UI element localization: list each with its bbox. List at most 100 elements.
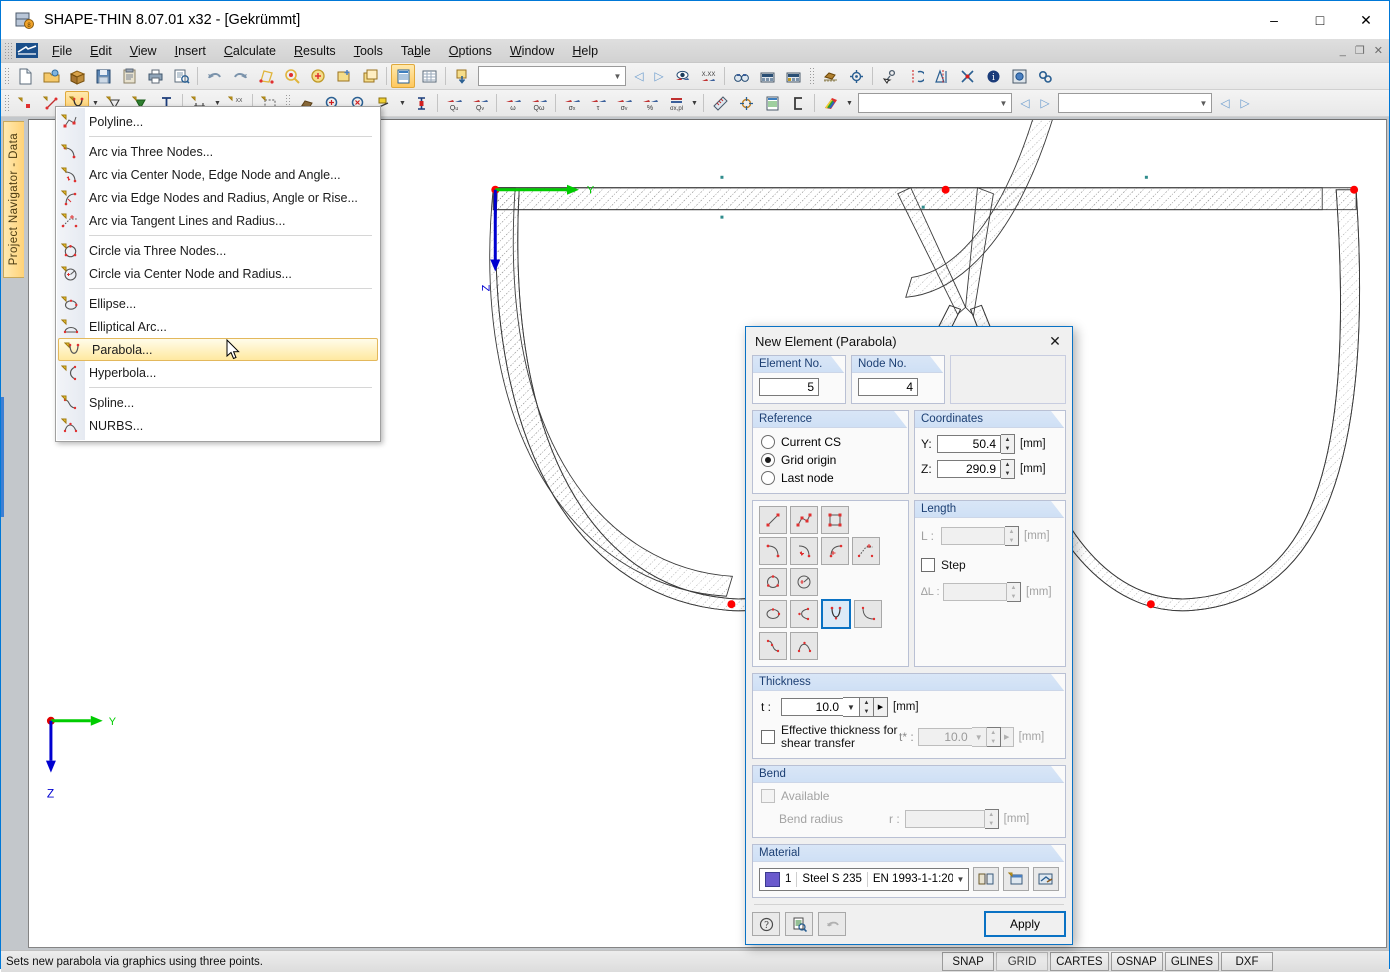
node-no-input[interactable] xyxy=(858,378,918,396)
material-library-icon[interactable] xyxy=(973,867,999,891)
snap-target-icon[interactable] xyxy=(844,64,868,88)
open-package-icon[interactable] xyxy=(65,64,89,88)
result-qu-icon[interactable]: Qu xyxy=(442,91,466,115)
table-panel-icon[interactable] xyxy=(391,64,415,88)
circle-center-shape-icon[interactable] xyxy=(790,568,818,596)
settings-render-icon[interactable] xyxy=(1007,64,1031,88)
menu-item-circle-center-radius[interactable]: Circle via Center Node and Radius... xyxy=(56,262,380,285)
grid-snap-icon[interactable] xyxy=(818,64,842,88)
mdi-restore-button[interactable]: ❐ xyxy=(1355,44,1365,57)
result-qv-icon[interactable]: Qv xyxy=(468,91,492,115)
mdi-minimize-button[interactable]: _ xyxy=(1340,45,1346,57)
toolbar-grip[interactable] xyxy=(809,67,814,86)
undo-icon[interactable] xyxy=(202,64,226,88)
new-file-icon[interactable] xyxy=(13,64,37,88)
spline-shape-icon[interactable] xyxy=(759,632,787,660)
undo-icon[interactable] xyxy=(818,912,846,936)
arc-3node-shape-icon[interactable] xyxy=(759,537,787,565)
result-sigma-y-icon[interactable]: σv xyxy=(612,91,636,115)
rectangle-shape-icon[interactable] xyxy=(821,506,849,534)
status-toggle-osnap[interactable]: OSNAP xyxy=(1111,952,1163,971)
menu-edit[interactable]: Edit xyxy=(81,41,121,61)
element-no-input[interactable] xyxy=(759,378,819,396)
stress-point-prev-button[interactable]: ◁ xyxy=(1215,93,1235,113)
status-toggle-snap[interactable]: SNAP xyxy=(942,952,994,971)
teff-spinner[interactable]: ▲▼ xyxy=(987,727,1001,747)
edit-material-icon[interactable] xyxy=(1033,867,1059,891)
mirror-circle-icon[interactable] xyxy=(903,64,927,88)
menu-item-parabola[interactable]: Parabola... xyxy=(58,338,378,361)
result-percent-icon[interactable]: % xyxy=(638,91,662,115)
thickness-t-input[interactable] xyxy=(781,698,843,716)
zoom-node-icon[interactable] xyxy=(280,64,304,88)
x-xx-icon[interactable]: X.XX xyxy=(696,64,720,88)
result-sigma-x-icon[interactable]: σx xyxy=(560,91,584,115)
menu-tools[interactable]: Tools xyxy=(345,41,392,61)
maximize-button[interactable]: □ xyxy=(1297,1,1343,39)
insert-element-menu[interactable]: Polyline... Arc via Three Nodes... Arc v… xyxy=(55,106,381,442)
stress-point-next-button[interactable]: ▷ xyxy=(1235,93,1255,113)
view-eye-icon[interactable] xyxy=(670,64,694,88)
step-checkbox[interactable] xyxy=(921,558,935,572)
arc-tangent-shape-icon[interactable] xyxy=(852,537,880,565)
bend-available-checkbox[interactable] xyxy=(761,789,775,803)
apply-button[interactable]: Apply xyxy=(984,911,1066,937)
menu-item-polyline[interactable]: Polyline... xyxy=(56,110,380,133)
stress-point-combo[interactable]: ▼ xyxy=(1058,93,1212,113)
teff-dropdown-arrow[interactable]: ▼ xyxy=(972,727,987,747)
mirror-axis-icon[interactable] xyxy=(929,64,953,88)
result-tau-icon[interactable]: τ xyxy=(586,91,610,115)
gears-icon[interactable] xyxy=(1033,64,1057,88)
menu-item-elliptical-arc[interactable]: Elliptical Arc... xyxy=(56,315,380,338)
calc-results-icon[interactable] xyxy=(781,64,805,88)
status-toggle-dxf[interactable]: DXF xyxy=(1221,952,1273,971)
status-toggle-cartes[interactable]: CARTES xyxy=(1050,952,1108,971)
binocular-icon[interactable] xyxy=(729,64,753,88)
cascade-icon[interactable] xyxy=(358,64,382,88)
toolbar-grip[interactable] xyxy=(4,94,9,113)
coordinate-y-spinner[interactable]: ▲▼ xyxy=(1001,434,1015,454)
color-scale-dropdown-arrow[interactable]: ▼ xyxy=(844,92,855,114)
chevron-down-icon[interactable]: ▼ xyxy=(610,68,625,84)
radio-current-cs[interactable]: Current CS xyxy=(761,435,900,449)
menu-options[interactable]: Options xyxy=(440,41,501,61)
zoom-element-icon[interactable] xyxy=(306,64,330,88)
arc-center-shape-icon[interactable] xyxy=(790,537,818,565)
center-target-icon[interactable] xyxy=(734,91,758,115)
calc-run-icon[interactable] xyxy=(755,64,779,88)
menu-item-circle-three-nodes[interactable]: Circle via Three Nodes... xyxy=(56,239,380,262)
chevron-down-icon[interactable]: ▼ xyxy=(996,95,1011,111)
new-material-icon[interactable] xyxy=(1003,867,1029,891)
radio-last-node[interactable]: Last node xyxy=(761,471,900,485)
radio-grid-origin[interactable]: Grid origin xyxy=(761,453,900,467)
thickness-dropdown-arrow[interactable]: ▼ xyxy=(843,697,860,717)
menu-help[interactable]: Help xyxy=(563,41,607,61)
step-checkbox-row[interactable]: Step xyxy=(921,558,1059,572)
parabola-shape-icon[interactable] xyxy=(821,599,851,629)
polyline-shape-icon[interactable] xyxy=(790,506,818,534)
next-button[interactable]: ▷ xyxy=(649,66,669,86)
length-l-spinner[interactable]: ▲▼ xyxy=(1005,526,1019,546)
table-grid-icon[interactable] xyxy=(417,64,441,88)
bend-radius-input[interactable] xyxy=(905,810,985,828)
menu-insert[interactable]: Insert xyxy=(166,41,215,61)
color-scale-icon[interactable] xyxy=(819,91,843,115)
coordinate-z-input[interactable] xyxy=(937,460,1001,478)
open-folder-icon[interactable] xyxy=(39,64,63,88)
menu-item-arc-edge-radius[interactable]: Arc via Edge Nodes and Radius, Angle or … xyxy=(56,186,380,209)
inspect-icon[interactable] xyxy=(785,912,813,936)
length-dl-spinner[interactable]: ▲▼ xyxy=(1007,582,1021,602)
thickness-spinner[interactable]: ▲▼ xyxy=(860,697,874,717)
menu-item-ellipse[interactable]: Ellipse... xyxy=(56,292,380,315)
result-sigma-xpl-icon[interactable]: σx,pl xyxy=(664,91,688,115)
edit-section-icon[interactable] xyxy=(254,64,278,88)
result-dropdown-arrow[interactable]: ▼ xyxy=(689,92,700,114)
menu-item-hyperbola[interactable]: Hyperbola... xyxy=(56,361,380,384)
redo-icon[interactable] xyxy=(228,64,252,88)
chevron-down-icon[interactable]: ▼ xyxy=(953,875,968,884)
status-toggle-grid[interactable]: GRID xyxy=(996,952,1048,971)
coordinate-y-input[interactable] xyxy=(937,435,1001,453)
minimize-button[interactable]: – xyxy=(1251,1,1297,39)
print-preview-icon[interactable] xyxy=(169,64,193,88)
line-shape-icon[interactable] xyxy=(759,506,787,534)
